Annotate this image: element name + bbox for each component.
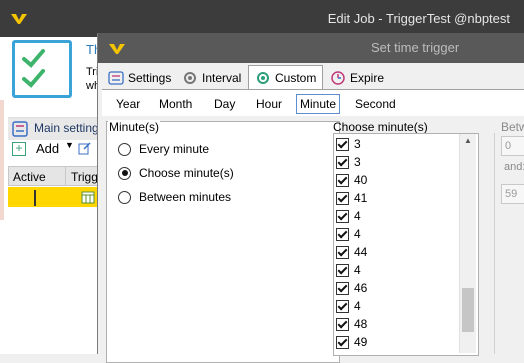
active-checkbox[interactable]: [34, 190, 36, 206]
add-plus-icon: +: [12, 142, 26, 156]
tab-custom-label: Custom: [275, 70, 317, 85]
minute-checkbox[interactable]: [336, 173, 349, 187]
radio-between-minutes-circle[interactable]: [118, 190, 131, 204]
back-window-titlebar: Edit Job - TriggerTest @nbptest: [0, 0, 524, 37]
minute-value: 48: [354, 317, 368, 331]
minute-checkbox[interactable]: [336, 281, 349, 295]
expire-icon: [331, 71, 345, 85]
grid-toolbar: + Add ▼: [8, 140, 100, 160]
list-item[interactable]: 40: [336, 172, 367, 188]
subtab-month[interactable]: Month: [159, 97, 192, 111]
gear-clock-icon: [184, 72, 196, 84]
minute-checkbox[interactable]: [336, 227, 349, 241]
tab-interval[interactable]: Interval: [176, 67, 247, 89]
minute-value: 44: [354, 245, 368, 259]
subtab-day[interactable]: Day: [214, 97, 235, 111]
minute-checkbox[interactable]: [336, 317, 349, 331]
minute-checkbox[interactable]: [336, 299, 349, 313]
between-to-field[interactable]: 59: [501, 184, 524, 204]
add-button[interactable]: Add: [36, 141, 59, 156]
grid-header-divider: [65, 167, 66, 185]
radio-choose-minutes-circle[interactable]: [118, 166, 131, 180]
tab-settings-label: Settings: [128, 71, 172, 85]
app-logo-icon: [11, 14, 27, 24]
list-item[interactable]: 49: [336, 334, 367, 350]
minute-value: 4: [354, 299, 361, 313]
choose-minutes-title: Choose minute(s): [333, 120, 428, 134]
subtab-bar: Year Month Day Hour Minute Second: [102, 89, 524, 116]
grid-header-active: Active: [13, 170, 46, 184]
minute-checkbox[interactable]: [336, 137, 349, 151]
minute-value: 4: [354, 227, 361, 241]
minute-checkbox[interactable]: [336, 263, 349, 277]
dialog-title: Set time trigger: [371, 40, 460, 55]
minute-checkbox[interactable]: [336, 335, 349, 349]
radio-between-minutes[interactable]: Between minutes: [118, 190, 231, 204]
list-item[interactable]: 44: [336, 244, 367, 260]
radio-every-minute[interactable]: Every minute: [118, 142, 209, 156]
list-item[interactable]: 4: [336, 298, 361, 314]
minute-checkbox[interactable]: [336, 155, 349, 169]
radio-choose-minutes-label: Choose minute(s): [139, 166, 234, 180]
main-settings-tab[interactable]: Main setting: [8, 117, 100, 140]
left-edge-decoration: [0, 100, 4, 220]
minute-group-panel: [106, 121, 340, 363]
app-logo-icon: [109, 44, 125, 54]
calendar-icon: [81, 191, 95, 204]
minute-value: 4: [354, 263, 361, 277]
minute-value: 3: [354, 137, 361, 151]
back-window-title: Edit Job - TriggerTest @nbptest: [327, 11, 510, 26]
list-item[interactable]: 3: [336, 154, 361, 170]
list-item[interactable]: 4: [336, 208, 361, 224]
grid-row-selected[interactable]: [8, 187, 100, 207]
grid-header-trigger: Trigg: [71, 170, 98, 184]
list-item[interactable]: 4: [336, 262, 361, 278]
between-from-field[interactable]: 0: [501, 136, 524, 156]
main-settings-label: Main setting: [34, 121, 99, 135]
minute-value: 40: [354, 173, 368, 187]
minute-value: 46: [354, 281, 368, 295]
between-minutes-title: Betw: [501, 120, 524, 134]
tab-interval-label: Interval: [202, 71, 242, 85]
minute-value: 49: [354, 335, 368, 349]
scroll-up-arrow-icon[interactable]: ▲: [464, 136, 472, 145]
minute-value: 41: [354, 191, 368, 205]
radio-between-minutes-label: Between minutes: [139, 190, 232, 204]
subtab-second[interactable]: Second: [355, 97, 396, 111]
list-item[interactable]: 4: [336, 226, 361, 242]
subtab-minute[interactable]: Minute: [296, 94, 341, 114]
minute-checkbox[interactable]: [336, 191, 349, 205]
gear-custom-icon: [257, 71, 269, 84]
minute-checkbox[interactable]: [336, 245, 349, 259]
add-dropdown-arrow-icon[interactable]: ▼: [65, 140, 74, 150]
dialog-titlebar: Set time trigger: [98, 33, 524, 63]
minutes-checklist[interactable]: 3 3 40 41 4 4 44 4 46 4 48 49: [333, 133, 479, 356]
minute-checkbox[interactable]: [336, 209, 349, 223]
minute-value: 4: [354, 209, 361, 223]
list-item[interactable]: 48: [336, 316, 367, 332]
minute-group-title: Minute(s): [108, 120, 161, 134]
subtab-hour[interactable]: Hour: [256, 97, 282, 111]
list-item[interactable]: 46: [336, 280, 367, 296]
list-item[interactable]: 3: [336, 136, 361, 152]
checklist-icon: [12, 40, 72, 98]
list-item[interactable]: 41: [336, 190, 367, 206]
settings-sliders-icon: [108, 71, 124, 85]
scrollbar-thumb[interactable]: [462, 288, 474, 332]
tab-settings[interactable]: Settings: [102, 67, 177, 89]
set-time-trigger-dialog: Set time trigger Settings Interval Custo…: [97, 33, 524, 363]
settings-sliders-icon: [12, 121, 28, 137]
between-and-label: and:: [504, 161, 524, 173]
tab-expire-label: Expire: [350, 71, 385, 85]
radio-every-minute-label: Every minute: [139, 142, 210, 156]
tab-expire[interactable]: Expire: [324, 67, 390, 89]
tab-custom[interactable]: Custom: [248, 65, 324, 89]
minute-value: 3: [354, 155, 361, 169]
radio-every-minute-circle[interactable]: [118, 142, 131, 156]
grid-header-row: Active Trigg: [8, 166, 100, 186]
edit-pencil-icon[interactable]: [78, 141, 92, 155]
minutes-scrollbar[interactable]: ▲: [459, 134, 476, 353]
subtab-year[interactable]: Year: [116, 97, 140, 111]
radio-choose-minutes[interactable]: Choose minute(s): [118, 166, 234, 180]
